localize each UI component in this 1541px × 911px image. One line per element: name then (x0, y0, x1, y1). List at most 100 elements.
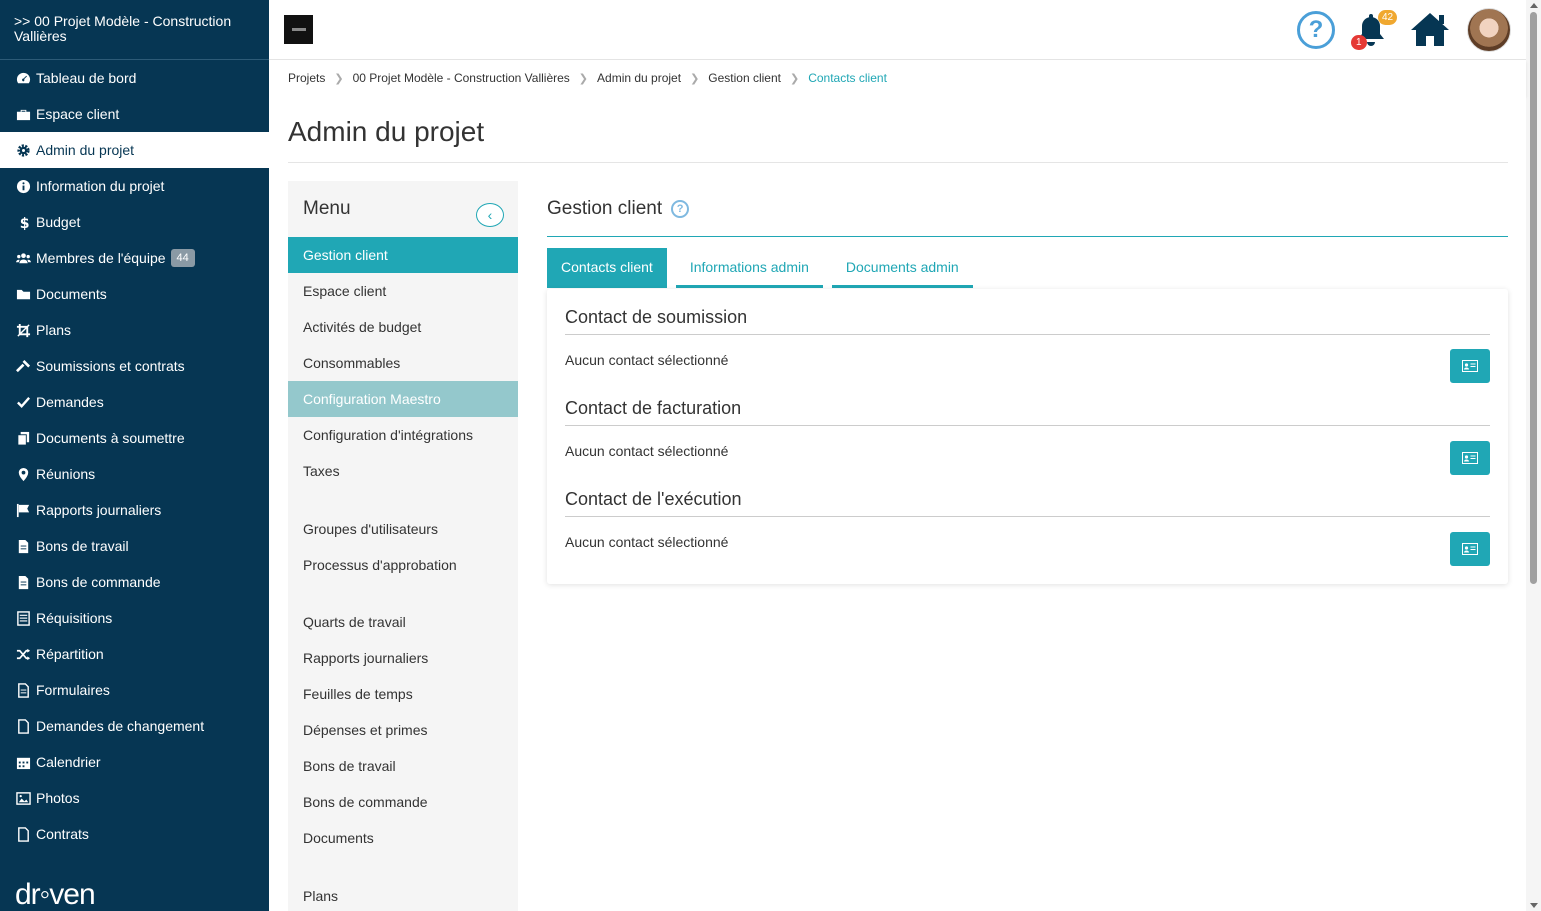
breadcrumb-projets[interactable]: Projets (288, 71, 325, 85)
sidebar-item-information-du-projet[interactable]: Information du projet (0, 168, 269, 204)
copy-icon (15, 430, 31, 446)
tab-informations-admin[interactable]: Informations admin (675, 248, 823, 288)
submenu-item-processus-approbation[interactable]: Processus d'approbation (288, 547, 518, 583)
tab-documents-admin[interactable]: Documents admin (831, 248, 973, 288)
sidebar-item-espace-client[interactable]: Espace client (0, 96, 269, 132)
divider (288, 162, 1508, 163)
chevron-right-icon: ❯ (334, 72, 344, 85)
shuffle-icon (15, 646, 31, 662)
sidebar-item-label: Plans (36, 322, 72, 338)
sidebar-item-label: Contrats (36, 826, 89, 842)
avatar[interactable] (1467, 8, 1511, 52)
sidebar-item-requisitions[interactable]: Réquisitions (0, 600, 269, 636)
scroll-thumb[interactable] (1530, 12, 1537, 584)
sidebar-item-label: Bons de commande (36, 574, 161, 590)
sidebar-item-budget[interactable]: $ Budget (0, 204, 269, 240)
sidebar-item-label: Budget (36, 214, 81, 230)
file-outline-icon (15, 826, 31, 842)
chevron-right-icon: ❯ (578, 72, 589, 85)
submenu-item-taxes[interactable]: Taxes (288, 453, 518, 489)
collapse-menu-button[interactable]: ‹ (476, 203, 504, 227)
submenu-item-quarts-travail[interactable]: Quarts de travail (288, 604, 518, 640)
sidebar-item-label: Soumissions et contrats (36, 358, 185, 374)
contact-card-icon (1462, 452, 1478, 464)
flag-icon (15, 502, 31, 518)
submenu-item-consommables[interactable]: Consommables (288, 345, 518, 381)
sidebar-item-reunions[interactable]: Réunions (0, 456, 269, 492)
sidebar-item-bons-de-travail[interactable]: Bons de travail (0, 528, 269, 564)
submenu-item-gestion-client[interactable]: Gestion client (288, 237, 518, 273)
sidebar-item-admin-du-projet[interactable]: Admin du projet (0, 132, 269, 168)
sidebar-item-plans[interactable]: Plans (0, 312, 269, 348)
submenu-item-configuration-integrations[interactable]: Configuration d'intégrations (288, 417, 518, 453)
breadcrumb-gestion-client[interactable]: Gestion client (708, 71, 781, 85)
submenu-item-espace-client[interactable]: Espace client (288, 273, 518, 309)
submenu-item-plans[interactable]: Plans (288, 878, 518, 911)
select-contact-button[interactable] (1450, 532, 1490, 566)
image-icon (15, 790, 31, 806)
sidebar-item-label: Documents à soumettre (36, 430, 185, 446)
tab-contacts-client[interactable]: Contacts client (547, 248, 667, 288)
notifications-button[interactable]: 42 1 (1351, 10, 1398, 52)
home-icon[interactable] (1409, 10, 1451, 48)
sidebar-item-contrats[interactable]: Contrats (0, 816, 269, 852)
scroll-up-arrow-icon[interactable] (1530, 3, 1538, 8)
submenu-item-feuilles-temps[interactable]: Feuilles de temps (288, 676, 518, 712)
file-icon (15, 574, 31, 590)
sidebar-item-soumissions[interactable]: Soumissions et contrats (0, 348, 269, 384)
select-contact-button[interactable] (1450, 349, 1490, 383)
file-text-icon (15, 682, 31, 698)
contact-card-icon (1462, 360, 1478, 372)
breadcrumb-admin[interactable]: Admin du projet (597, 71, 681, 85)
breadcrumb-project[interactable]: 00 Projet Modèle - Construction Vallière… (353, 71, 570, 85)
sidebar-item-bons-de-commande[interactable]: Bons de commande (0, 564, 269, 600)
section-title: Contact de soumission (565, 307, 1490, 335)
submenu-list: Gestion client Espace client Activités d… (288, 237, 518, 911)
submenu-item-bons-travail[interactable]: Bons de travail (288, 748, 518, 784)
section-status-text: Aucun contact sélectionné (565, 352, 729, 368)
submenu-item-bons-commande[interactable]: Bons de commande (288, 784, 518, 820)
page-scrollbar[interactable] (1526, 0, 1541, 911)
sidebar-item-demandes-de-changement[interactable]: Demandes de changement (0, 708, 269, 744)
sidebar-item-label: Information du projet (36, 178, 165, 194)
contact-section-execution: Contact de l'exécution Aucun contact sél… (565, 489, 1490, 566)
list-icon (15, 610, 31, 626)
submenu-item-groupes-utilisateurs[interactable]: Groupes d'utilisateurs (288, 511, 518, 547)
sidebar-item-rapports-journaliers[interactable]: Rapports journaliers (0, 492, 269, 528)
project-title[interactable]: >> 00 Projet Modèle - Construction Valli… (0, 0, 269, 60)
submenu-item-activites-budget[interactable]: Activités de budget (288, 309, 518, 345)
crop-icon (15, 322, 31, 338)
sidebar-item-documents[interactable]: Documents (0, 276, 269, 312)
company-logo[interactable] (284, 15, 313, 44)
sidebar-item-calendrier[interactable]: Calendrier (0, 744, 269, 780)
submenu-item-configuration-maestro[interactable]: Configuration Maestro (288, 381, 518, 417)
app-logo: dr◦ven (15, 878, 96, 911)
sidebar-item-membres[interactable]: Membres de l'équipe 44 (0, 240, 269, 276)
help-circle-icon[interactable]: ? (671, 199, 690, 218)
submenu-item-depenses-primes[interactable]: Dépenses et primes (288, 712, 518, 748)
select-contact-button[interactable] (1450, 441, 1490, 475)
question-circle-icon[interactable]: ? (1297, 11, 1335, 49)
submenu-spacer (288, 489, 518, 511)
content-title: Gestion client (547, 197, 663, 219)
sidebar-item-documents-a-soumettre[interactable]: Documents à soumettre (0, 420, 269, 456)
sidebar-item-label: Documents (36, 286, 107, 302)
sidebar-item-photos[interactable]: Photos (0, 780, 269, 816)
sidebar-item-tableau-de-bord[interactable]: Tableau de bord (0, 60, 269, 96)
file-icon (15, 538, 31, 554)
svg-text:$: $ (19, 216, 29, 230)
sidebar-item-label: Répartition (36, 646, 104, 662)
submenu-item-rapports-journaliers[interactable]: Rapports journaliers (288, 640, 518, 676)
scroll-down-arrow-icon[interactable] (1530, 903, 1538, 908)
breadcrumb-current: Contacts client (808, 71, 887, 85)
sidebar: >> 00 Projet Modèle - Construction Valli… (0, 0, 269, 911)
contact-section-facturation: Contact de facturation Aucun contact sél… (565, 398, 1490, 475)
sidebar-item-repartition[interactable]: Répartition (0, 636, 269, 672)
hammer-icon (15, 358, 31, 374)
submenu-item-documents[interactable]: Documents (288, 820, 518, 856)
sidebar-item-demandes[interactable]: Demandes (0, 384, 269, 420)
sidebar-item-formulaires[interactable]: Formulaires (0, 672, 269, 708)
dashboard-icon (15, 70, 31, 86)
sidebar-item-label: Membres de l'équipe (36, 250, 166, 266)
breadcrumb: Projets ❯ 00 Projet Modèle - Constructio… (269, 60, 1526, 96)
